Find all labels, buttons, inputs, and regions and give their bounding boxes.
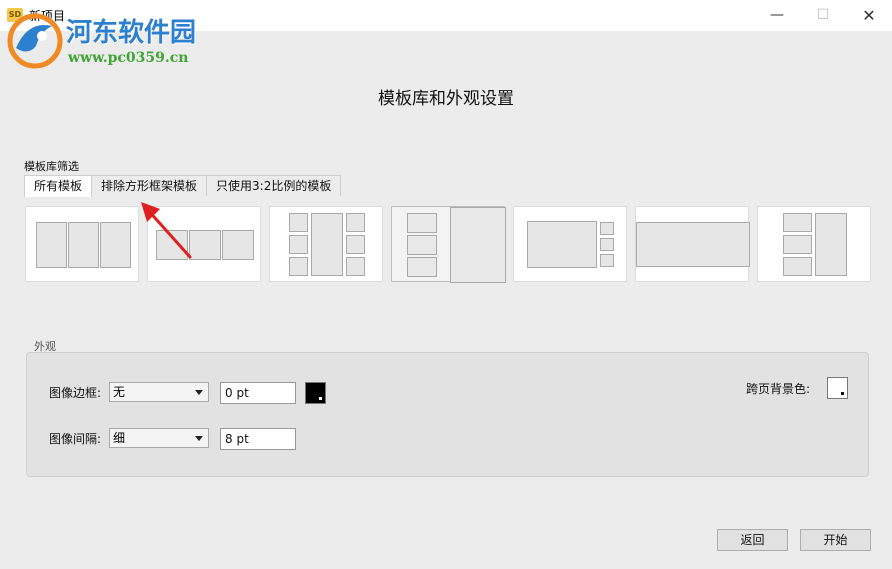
tab-only-3-2[interactable]: 只使用3:2比例的模板 bbox=[206, 175, 342, 196]
template-cell bbox=[222, 230, 254, 260]
template-cell bbox=[100, 222, 131, 268]
close-button[interactable]: ✕ bbox=[846, 0, 892, 31]
dialog-body: 模板库和外观设置 模板库筛选 所有模板 排除方形框架模板 只使用3:2比例的模板 bbox=[0, 31, 892, 569]
template-three-small-row[interactable] bbox=[147, 206, 261, 282]
template-cell bbox=[783, 235, 812, 254]
template-cell bbox=[815, 213, 847, 276]
dropdown-indicator-icon bbox=[841, 392, 844, 395]
template-cell bbox=[189, 230, 221, 260]
template-single-wide[interactable] bbox=[635, 206, 750, 282]
spread-bg-color-picker[interactable] bbox=[827, 377, 848, 399]
border-style-value: 无 bbox=[113, 385, 126, 399]
border-style-dropdown[interactable]: 无 bbox=[109, 382, 209, 402]
template-cell bbox=[36, 222, 67, 268]
template-filter-tabs: 所有模板 排除方形框架模板 只使用3:2比例的模板 bbox=[24, 175, 342, 197]
template-cell bbox=[346, 235, 365, 254]
maximize-button[interactable]: ☐ bbox=[800, 0, 846, 31]
dropdown-indicator-icon bbox=[319, 397, 322, 400]
template-six-around-tall[interactable] bbox=[269, 206, 383, 282]
appearance-panel: 图像边框: 无 0 pt 图像间隔: 细 8 pt 跨页背景色: bbox=[26, 352, 869, 477]
tab-all-templates[interactable]: 所有模板 bbox=[24, 175, 93, 197]
chevron-down-icon bbox=[195, 390, 203, 395]
template-large-with-stack[interactable] bbox=[513, 206, 627, 282]
template-three-columns[interactable] bbox=[25, 206, 139, 282]
template-cell bbox=[346, 257, 365, 276]
app-icon: SD bbox=[7, 8, 23, 22]
template-cell bbox=[346, 213, 365, 232]
border-width-input[interactable]: 0 pt bbox=[220, 382, 296, 404]
tab-exclude-square[interactable]: 排除方形框架模板 bbox=[91, 175, 208, 196]
minimize-button[interactable]: — bbox=[754, 0, 800, 31]
template-cell bbox=[289, 213, 308, 232]
spacing-style-value: 细 bbox=[113, 431, 126, 445]
title-bar: SD 新项目 — ☐ ✕ bbox=[0, 0, 892, 31]
image-border-label: 图像边框: bbox=[49, 386, 102, 400]
template-cell bbox=[783, 213, 812, 232]
template-cell bbox=[407, 213, 437, 233]
page-title: 模板库和外观设置 bbox=[378, 89, 514, 109]
template-cell bbox=[600, 238, 614, 251]
template-cell bbox=[407, 235, 437, 255]
template-stack-with-tall[interactable] bbox=[757, 206, 871, 282]
template-cell bbox=[289, 257, 308, 276]
template-cell bbox=[289, 235, 308, 254]
template-cell bbox=[600, 254, 614, 267]
template-cell bbox=[68, 222, 99, 268]
template-cell bbox=[636, 222, 750, 267]
spacing-width-input[interactable]: 8 pt bbox=[220, 428, 296, 450]
template-filter-label: 模板库筛选 bbox=[24, 160, 79, 173]
template-cell bbox=[450, 207, 506, 283]
template-cell bbox=[527, 221, 597, 268]
template-stack-with-large[interactable] bbox=[391, 206, 506, 283]
start-button[interactable]: 开始 bbox=[800, 529, 871, 551]
back-button[interactable]: 返回 bbox=[717, 529, 788, 551]
chevron-down-icon bbox=[195, 436, 203, 441]
spread-bg-color-label: 跨页背景色: bbox=[746, 382, 811, 396]
template-cell bbox=[783, 257, 812, 276]
border-color-picker[interactable] bbox=[305, 382, 326, 404]
template-cell bbox=[600, 222, 614, 235]
template-cell bbox=[311, 213, 343, 276]
template-gallery bbox=[25, 206, 872, 284]
template-cell bbox=[407, 257, 437, 277]
image-spacing-label: 图像间隔: bbox=[49, 432, 102, 446]
spacing-style-dropdown[interactable]: 细 bbox=[109, 428, 209, 448]
template-cell bbox=[156, 230, 188, 260]
window-title: 新项目 bbox=[29, 9, 66, 23]
